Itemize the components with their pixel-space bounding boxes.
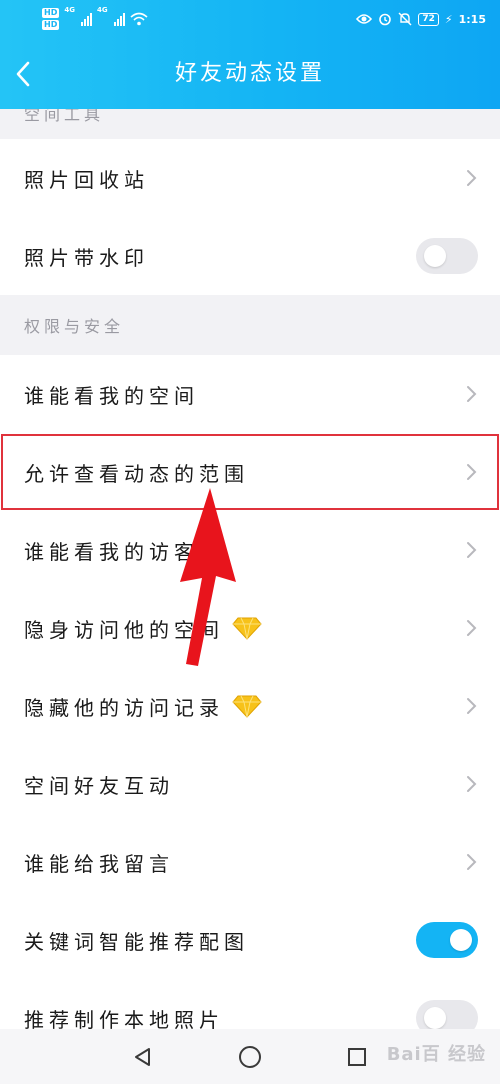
network-label-2: 4G [96, 6, 108, 14]
row-label: 隐身访问他的空间 [24, 617, 224, 642]
triangle-back-icon [135, 1047, 151, 1066]
status-left: HD HD 4G 4G [42, 6, 148, 32]
row-photo-watermark[interactable]: 照片带水印 [0, 217, 500, 295]
toggle-knob [424, 1007, 446, 1029]
row-hide-visit-record[interactable]: 隐藏他的访问记录 [0, 667, 500, 745]
mute-bell-icon [398, 12, 412, 26]
alarm-icon [379, 13, 392, 26]
row-invisible-visit[interactable]: 隐身访问他的空间 [0, 589, 500, 667]
row-label: 照片带水印 [24, 245, 149, 270]
status-right: 72 ⚡ 1:15 [356, 8, 486, 30]
eye-icon [356, 14, 373, 24]
row-space-friend-interaction[interactable]: 空间好友互动 [0, 745, 500, 823]
page-title: 好友动态设置 [174, 61, 325, 86]
signal-icon-1 [80, 12, 92, 26]
nav-recent-button[interactable] [337, 1037, 377, 1077]
row-photo-recycle-bin[interactable]: 照片回收站 [0, 139, 500, 217]
chevron-right-icon [467, 776, 477, 792]
lightning-icon: ⚡ [444, 12, 453, 26]
header-bar: HD HD 4G 4G 72 ⚡ 1:15 好友动态设置 [0, 0, 500, 109]
chevron-right-icon [467, 854, 477, 870]
row-label: 关键词智能推荐配图 [24, 929, 249, 954]
section-header-permissions: 权限与安全 [0, 295, 500, 355]
watermark: Bai百 经验 [386, 1044, 486, 1065]
row-who-can-leave-message[interactable]: 谁能给我留言 [0, 823, 500, 901]
row-who-can-see-space[interactable]: 谁能看我的空间 [0, 355, 500, 433]
hd-badge-1: HD [42, 8, 60, 18]
row-feed-visibility-range[interactable]: 允许查看动态的范围 [0, 433, 500, 511]
row-label: 照片回收站 [24, 167, 149, 192]
row-label: 允许查看动态的范围 [24, 461, 249, 486]
wifi-icon [130, 12, 148, 26]
row-keyword-image-recommend[interactable]: 关键词智能推荐配图 [0, 901, 500, 979]
nav-back-button[interactable] [123, 1037, 163, 1077]
toggle-knob [450, 929, 472, 951]
row-label: 谁能给我留言 [24, 851, 174, 876]
circle-home-icon [238, 1045, 261, 1068]
status-bar: HD HD 4G 4G 72 ⚡ 1:15 [0, 0, 500, 34]
chevron-right-icon [467, 620, 477, 636]
status-time: 1:15 [458, 12, 486, 26]
battery-icon: 72 [418, 12, 439, 26]
chevron-right-icon [467, 542, 477, 558]
watermark-toggle[interactable] [416, 238, 478, 274]
keyword-recommend-toggle[interactable] [416, 922, 478, 958]
network-label-1: 4G [64, 6, 75, 14]
toggle-knob [424, 245, 446, 267]
signal-icon-2 [113, 12, 125, 26]
diamond-icon [232, 695, 262, 718]
square-recent-icon [347, 1047, 366, 1066]
chevron-right-icon [467, 464, 477, 480]
hd-badge-2: HD [42, 20, 60, 30]
row-who-can-see-visitors[interactable]: 谁能看我的访客 [0, 511, 500, 589]
row-label: 谁能看我的空间 [24, 383, 199, 408]
row-label: 推荐制作本地照片 [24, 1007, 224, 1030]
chevron-right-icon [467, 698, 477, 714]
section-header-space-tools: 空间工具 [0, 109, 500, 139]
row-label: 空间好友互动 [24, 773, 174, 798]
nav-home-button[interactable] [230, 1037, 270, 1077]
local-photos-toggle[interactable] [416, 1000, 478, 1029]
row-recommend-local-photos[interactable]: 推荐制作本地照片 [0, 979, 500, 1029]
chevron-right-icon [467, 386, 477, 402]
row-label: 谁能看我的访客 [24, 539, 199, 564]
diamond-icon [232, 617, 262, 640]
row-label: 隐藏他的访问记录 [24, 695, 224, 720]
settings-list[interactable]: 空间工具 照片回收站 照片带水印 权限与安全 谁能看我的空间 允许查看动态的范围… [0, 109, 500, 1029]
chevron-right-icon [467, 170, 477, 186]
